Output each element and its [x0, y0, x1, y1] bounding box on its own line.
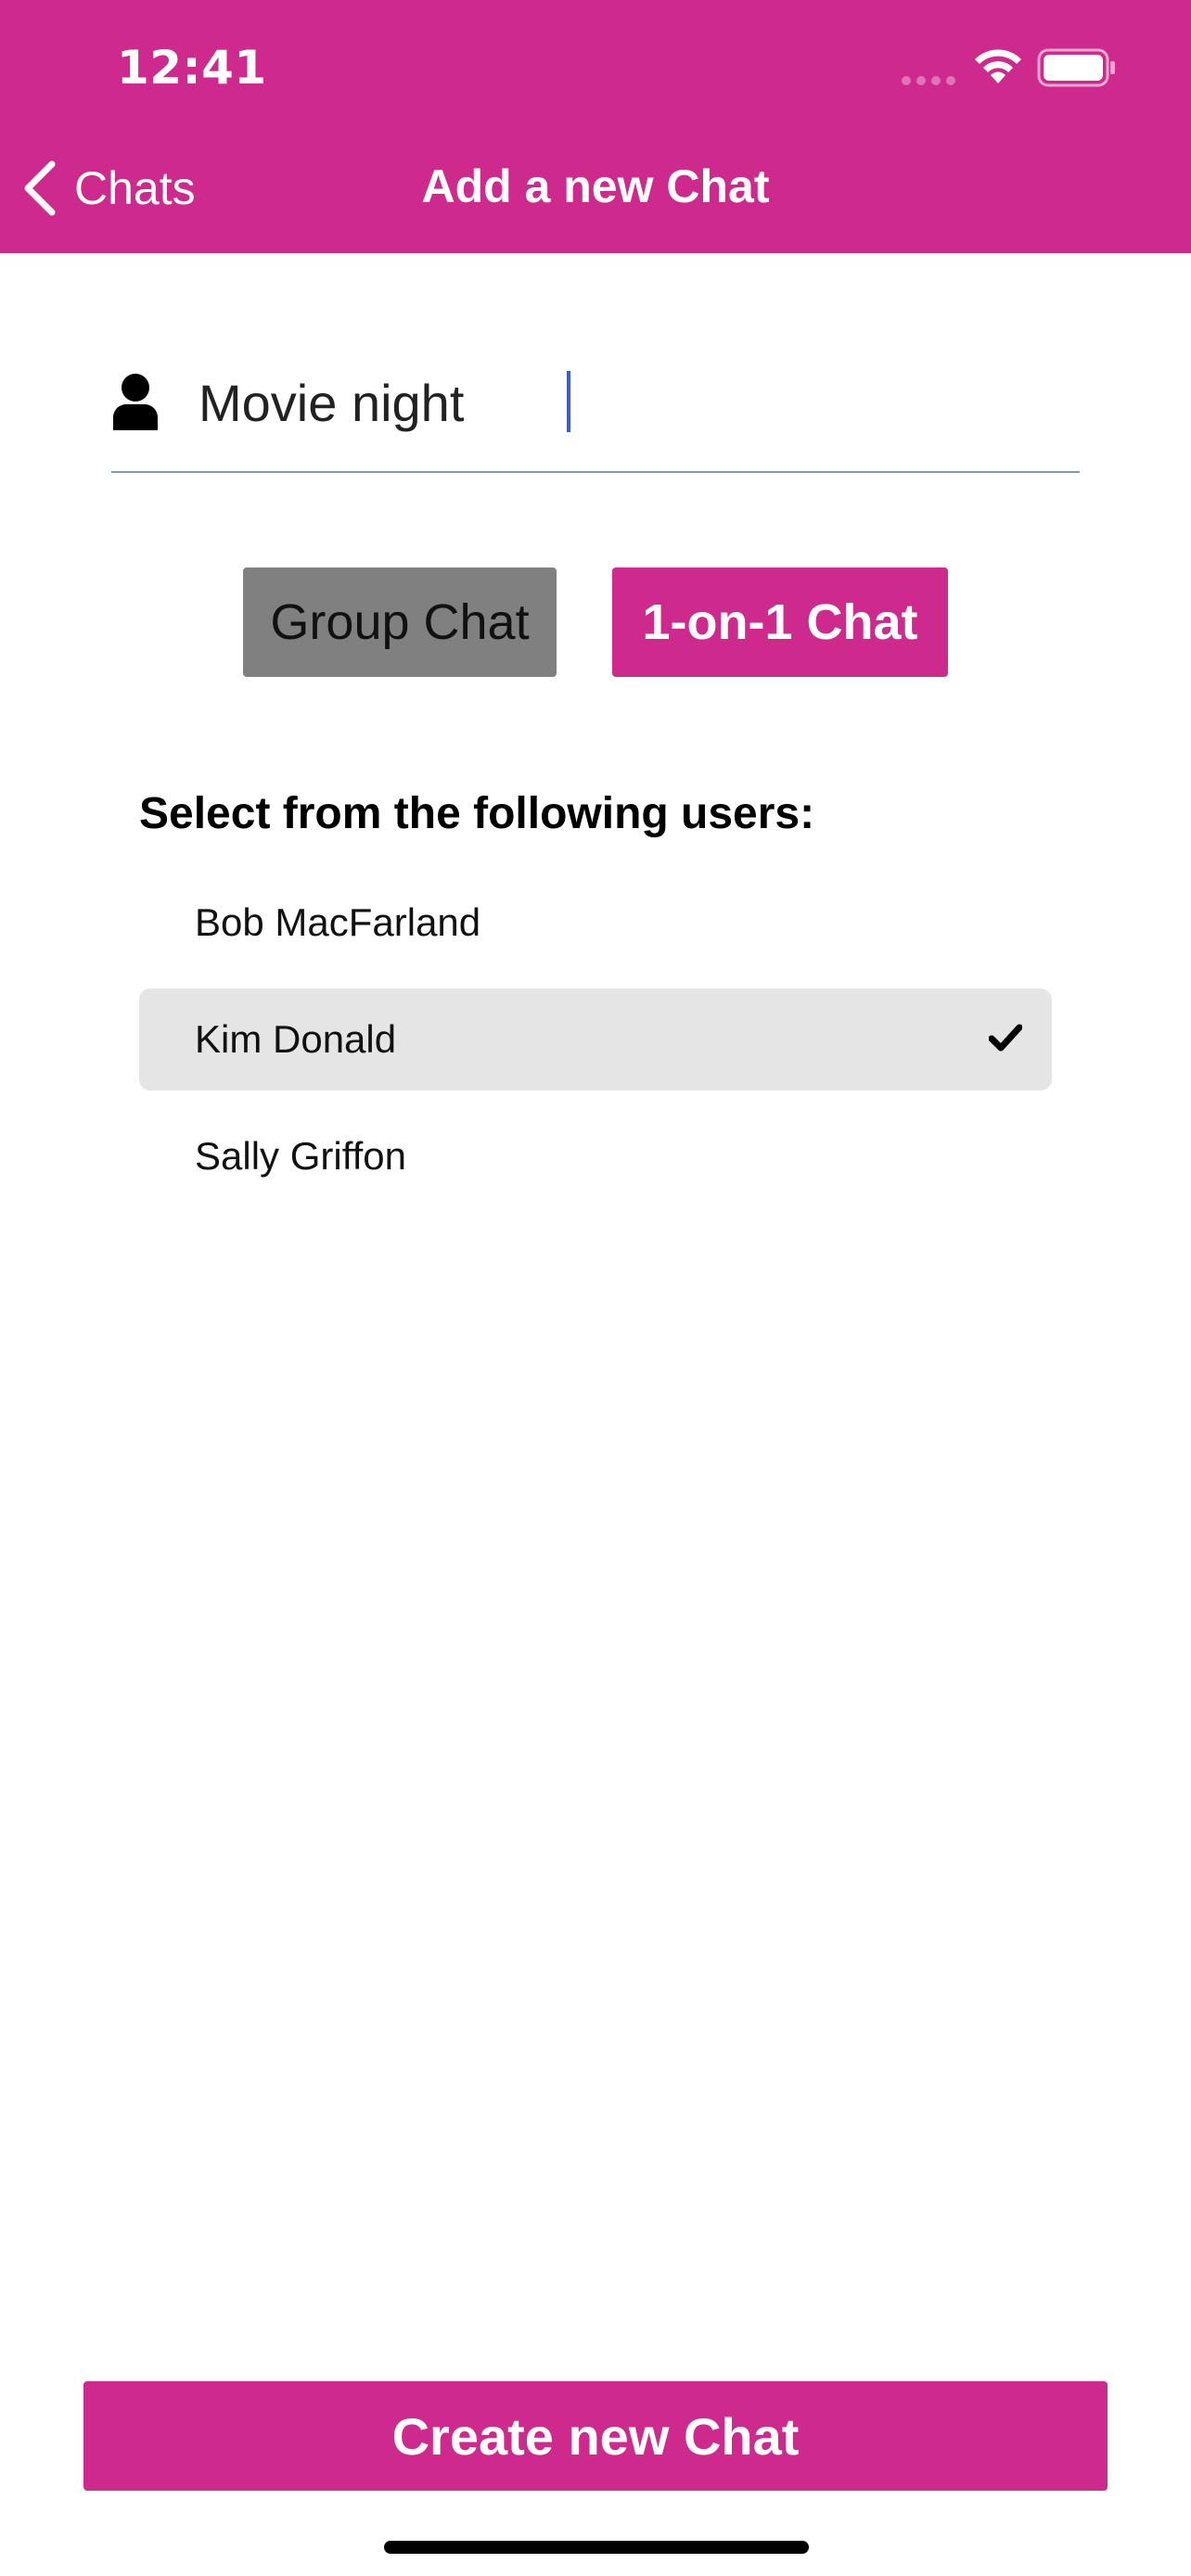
- one-on-one-chat-button[interactable]: 1-on-1 Chat: [612, 567, 948, 677]
- user-list: Bob MacFarland Kim Donald Sally Griffon: [139, 872, 1052, 1222]
- text-cursor: [567, 371, 570, 432]
- wifi-icon: [975, 49, 1021, 83]
- navigation-header: 12:41 Chats Add a new Chat: [0, 0, 1191, 253]
- person-icon: [113, 374, 158, 430]
- status-bar-time: 12:41: [117, 41, 267, 95]
- user-name: Sally Griffon: [195, 1134, 406, 1178]
- chat-name-field[interactable]: [111, 354, 1080, 473]
- chat-name-input[interactable]: [198, 354, 1070, 451]
- user-row-bob-macfarland[interactable]: Bob MacFarland: [139, 872, 1052, 974]
- cellular-signal-icon: [902, 76, 957, 85]
- page-title: Add a new Chat: [421, 160, 770, 212]
- user-row-sally-griffon[interactable]: Sally Griffon: [139, 1105, 1052, 1207]
- checkmark-icon: [989, 1024, 1022, 1052]
- user-name: Kim Donald: [195, 1017, 397, 1061]
- battery-icon: [1037, 48, 1115, 87]
- home-indicator[interactable]: [384, 2541, 809, 2554]
- user-row-kim-donald[interactable]: Kim Donald: [139, 988, 1052, 1090]
- create-chat-button[interactable]: Create new Chat: [83, 2381, 1108, 2491]
- group-chat-button[interactable]: Group Chat: [243, 567, 557, 677]
- users-section-heading: Select from the following users:: [139, 789, 815, 838]
- user-name: Bob MacFarland: [195, 900, 481, 944]
